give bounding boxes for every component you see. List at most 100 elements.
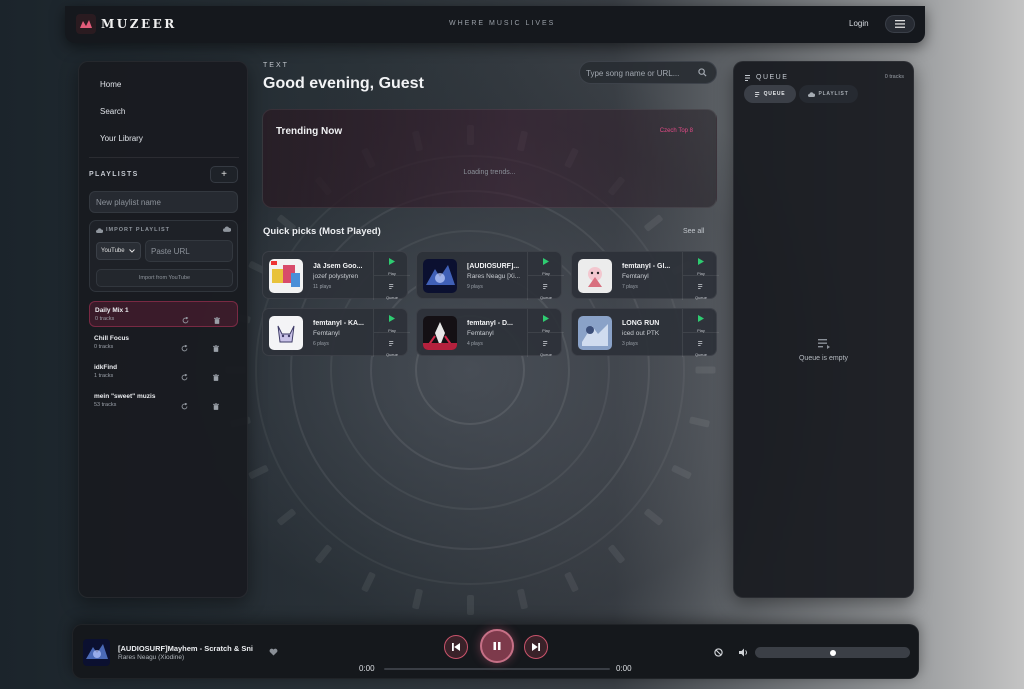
track-queue-button[interactable]: Queue <box>528 333 564 357</box>
search-bar <box>579 61 717 84</box>
track-artist: iced out PTK <box>622 330 660 337</box>
track-actions: Play Queue <box>373 309 410 357</box>
queue-icon <box>543 276 549 294</box>
quick-picks-title: Quick picks (Most Played) <box>263 226 381 237</box>
track-plays: 11 plays <box>313 284 332 290</box>
menu-button[interactable] <box>885 15 915 33</box>
import-url-input[interactable] <box>145 240 233 262</box>
queue-empty-icon <box>817 339 830 349</box>
divider <box>89 157 239 158</box>
trash-icon[interactable] <box>213 339 219 357</box>
track-card[interactable]: LONG RUN iced out PTK 3 plays Play Queue <box>571 308 719 357</box>
track-card[interactable]: femtanyl - Gl... Femtanyl 7 plays Play Queue <box>571 251 719 300</box>
track-title: LONG RUN <box>622 320 660 327</box>
add-playlist-button[interactable]: + <box>210 166 238 183</box>
track-title: [AUDIOSURF]... <box>467 263 520 270</box>
playlist-item[interactable]: mein "sweet" muzis 53 tracks <box>89 388 238 414</box>
volume-knob[interactable] <box>829 650 836 656</box>
sync-icon[interactable] <box>181 339 188 357</box>
track-play-button[interactable]: Play <box>528 252 564 276</box>
background-tick <box>516 588 528 610</box>
player-bar: [AUDIOSURF]Mayhem - Scratch & Sni Rares … <box>72 624 919 679</box>
background-tick <box>314 543 333 564</box>
hamburger-icon <box>895 20 905 28</box>
track-queue-button[interactable]: Queue <box>528 276 564 300</box>
track-artist: Rares Neagu [Xi... <box>467 273 521 280</box>
playlist-item[interactable]: idkFind 1 tracks <box>89 359 238 385</box>
track-artist: jozef polystyren <box>313 273 359 280</box>
tab-playlist[interactable]: PLAYLIST <box>799 85 858 103</box>
track-actions: Play Queue <box>373 252 410 300</box>
track-queue-button[interactable]: Queue <box>374 276 410 300</box>
tagline: WHERE MUSIC LIVES <box>449 20 556 27</box>
trending-chart-link[interactable]: Czech Top 8 <box>660 128 693 134</box>
block-icon[interactable] <box>714 648 723 657</box>
queue-title: QUEUE <box>745 74 788 81</box>
playlist-count: 0 tracks <box>95 316 115 322</box>
pause-icon <box>493 642 501 650</box>
track-queue-button[interactable]: Queue <box>374 333 410 357</box>
now-playing-artwork <box>83 639 110 666</box>
sync-icon[interactable] <box>181 397 188 415</box>
import-source-select[interactable]: YouTube <box>96 242 141 260</box>
track-card[interactable]: femtanyl - KA... Femtanyl 6 plays Play Queue <box>262 308 410 357</box>
tab-queue[interactable]: QUEUE <box>744 85 796 103</box>
playlists-title: PLAYLISTS <box>89 171 139 178</box>
nav-library[interactable]: Your Library <box>100 134 143 143</box>
background-tick <box>607 543 626 564</box>
new-playlist-input[interactable] <box>89 191 238 213</box>
queue-count: 0 tracks <box>884 74 904 80</box>
search-icon[interactable] <box>698 68 707 77</box>
track-queue-button[interactable]: Queue <box>683 276 719 300</box>
nav-search[interactable]: Search <box>100 107 125 116</box>
track-play-button[interactable]: Play <box>374 252 410 276</box>
next-button[interactable] <box>524 635 548 659</box>
playlist-item[interactable]: Chill Focus 0 tracks <box>89 330 238 356</box>
brand-name: MUZEER <box>101 17 177 31</box>
trash-icon[interactable] <box>213 397 219 415</box>
search-input[interactable] <box>586 66 696 80</box>
see-all-link[interactable]: See all <box>683 228 704 235</box>
background-tick <box>643 214 664 233</box>
trash-icon[interactable] <box>214 311 220 329</box>
track-title: femtanyl - D... <box>467 320 513 327</box>
track-card[interactable]: Já Jsem Goo... jozef polystyren 11 plays Pl… <box>262 251 410 300</box>
playlist-item[interactable]: Daily Mix 1 0 tracks <box>89 301 238 327</box>
volume-icon[interactable] <box>739 648 749 657</box>
queue-icon <box>698 276 704 294</box>
background-tick <box>360 571 376 593</box>
track-actions: Play Queue <box>682 309 719 357</box>
login-button[interactable]: Login <box>849 19 869 28</box>
track-card[interactable]: [AUDIOSURF]... Rares Neagu [Xi... 9 plays P… <box>416 251 564 300</box>
track-artwork <box>269 259 303 293</box>
logo-icon <box>76 14 96 34</box>
track-card[interactable]: femtanyl - D... Femtanyl 4 plays Play Queue <box>416 308 564 357</box>
playlist-name: Chill Focus <box>94 335 130 342</box>
duration: 0:00 <box>616 664 632 673</box>
track-queue-button[interactable]: Queue <box>683 333 719 357</box>
volume-slider[interactable] <box>755 647 910 658</box>
sync-icon[interactable] <box>181 368 188 386</box>
background-tick <box>564 571 580 593</box>
track-artist: Femtanyl <box>467 330 494 337</box>
skip-back-icon <box>452 643 460 651</box>
play-icon <box>543 252 549 270</box>
seek-bar[interactable] <box>384 668 610 670</box>
play-icon <box>698 309 704 327</box>
background-tick <box>688 416 710 428</box>
track-play-button[interactable]: Play <box>683 309 719 333</box>
track-title: femtanyl - KA... <box>313 320 364 327</box>
queue-list-icon <box>745 74 750 81</box>
track-play-button[interactable]: Play <box>374 309 410 333</box>
nav-home[interactable]: Home <box>100 80 121 89</box>
trash-icon[interactable] <box>213 368 219 386</box>
track-play-button[interactable]: Play <box>528 309 564 333</box>
queue-icon <box>698 333 704 351</box>
previous-button[interactable] <box>444 635 468 659</box>
import-button[interactable]: Import from YouTube <box>96 269 233 287</box>
playlist-name: idkFind <box>94 364 118 371</box>
sync-icon[interactable] <box>182 311 189 329</box>
heart-icon[interactable] <box>269 648 278 656</box>
track-play-button[interactable]: Play <box>683 252 719 276</box>
play-pause-button[interactable] <box>480 629 514 663</box>
